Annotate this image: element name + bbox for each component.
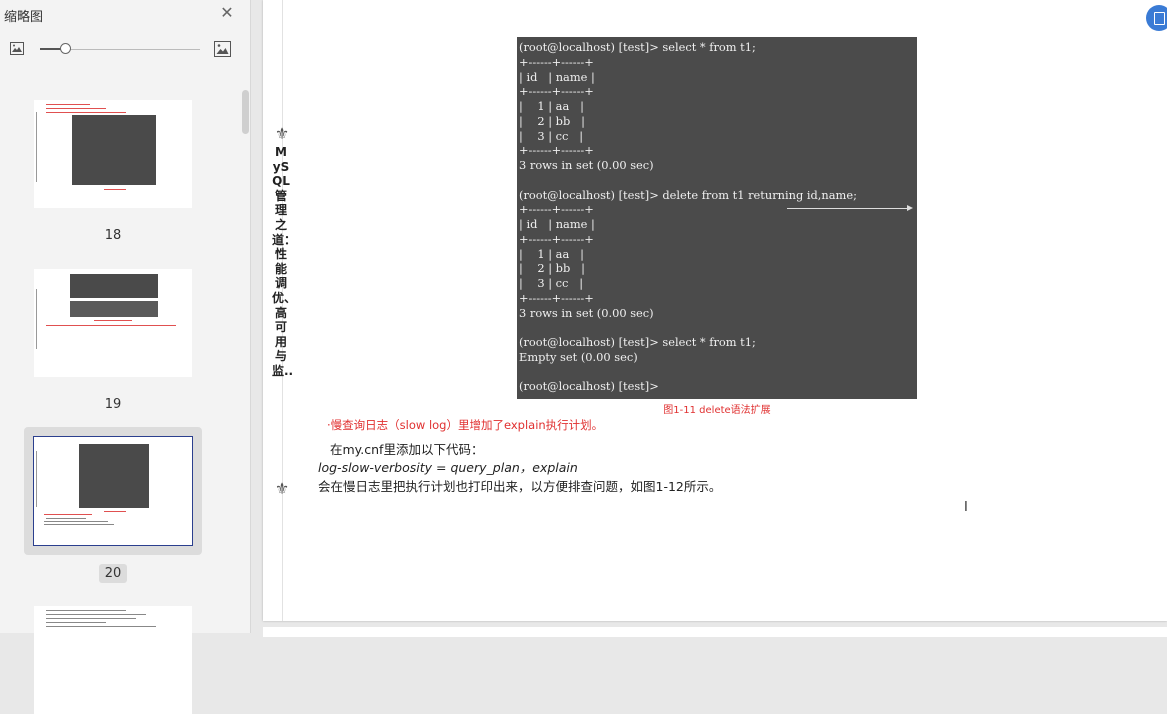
current-page-number: 20 — [98, 564, 128, 583]
image-small-icon[interactable] — [10, 42, 24, 55]
zoom-slider-handle[interactable] — [60, 43, 72, 54]
thumbnail-preview — [34, 606, 192, 714]
terminal-line: (root@localhost) [test]> delete from t1 … — [519, 187, 857, 202]
terminal-line: | 1 | aa | — [519, 246, 584, 261]
terminal-line: Empty set (0.00 sec) — [519, 349, 638, 364]
floating-action-button[interactable] — [1146, 5, 1167, 31]
figure-caption: 图1-11 delete语法扩展 — [663, 405, 771, 416]
terminal-line: +------+------+ — [519, 143, 594, 158]
ornament-top-icon: ⚜ — [274, 124, 290, 143]
terminal-line: | id | name | — [519, 217, 595, 231]
terminal-line: +------+------+ — [519, 54, 594, 69]
thumbnail-preview — [34, 269, 192, 377]
thumbnail-preview — [34, 100, 192, 208]
close-icon[interactable]: ✕ — [218, 4, 236, 22]
thumbnail-page-number: 20 — [24, 564, 202, 583]
thumbnail-page-20[interactable] — [24, 427, 202, 555]
terminal-line: (root@localhost) [test]> — [519, 379, 659, 394]
bullet-paragraph: ·慢查询日志（slow log）里增加了explain执行计划。 — [327, 418, 604, 432]
terminal-screenshot: (root@localhost) [test]> select * from t… — [517, 37, 917, 399]
terminal-line: | 1 | aa | — [519, 99, 584, 113]
paragraph: 会在慢日志里把执行计划也打印出来，以方便排查问题，如图1-12所示。 — [318, 479, 722, 494]
terminal-line: +------+------+ — [519, 231, 594, 246]
thumbnail-page-18[interactable] — [24, 90, 202, 217]
arrow-annotation — [787, 205, 913, 211]
terminal-line: | 3 | cc | — [519, 276, 584, 290]
thumbnail-page-number: 18 — [104, 228, 122, 243]
terminal-line: (root@localhost) [test]> select * from t… — [519, 335, 756, 349]
thumbnail-page-21[interactable] — [24, 596, 202, 714]
terminal-line: | 2 | bb | — [519, 113, 585, 128]
config-code-line: log-slow-verbosity = query_plan，explain — [318, 460, 578, 475]
paragraph: 在my.cnf里添加以下代码： — [330, 442, 484, 457]
vertical-book-title: MySQL管理之道：性能调优、高可用与监.. — [272, 145, 297, 378]
sidebar-scrollbar[interactable] — [242, 90, 249, 134]
next-document-page — [263, 627, 1167, 637]
terminal-line: 3 rows in set (0.00 sec) — [519, 158, 654, 172]
terminal-line: +------+------+ — [519, 202, 594, 217]
terminal-line: +------+------+ — [519, 290, 594, 305]
text-cursor-icon: I — [964, 500, 968, 515]
thumbnail-preview — [33, 436, 193, 546]
ornament-bottom-icon: ⚜ — [274, 479, 290, 498]
image-large-icon[interactable] — [214, 41, 231, 57]
terminal-output: (root@localhost) [test]> select * from t… — [519, 40, 917, 394]
sidebar-title: 缩略图 — [4, 10, 44, 25]
thumbnail-page-19[interactable] — [24, 259, 202, 386]
terminal-line: (root@localhost) [test]> select * from t… — [519, 40, 756, 54]
terminal-line: +------+------+ — [519, 84, 594, 99]
terminal-line: | id | name | — [519, 69, 595, 84]
thumbnail-sidebar: 缩略图 ✕ 18 19 20 — [0, 0, 251, 714]
terminal-line: 3 rows in set (0.00 sec) — [519, 305, 654, 320]
terminal-line: | 3 | cc | — [519, 128, 584, 143]
terminal-line: | 2 | bb | — [519, 261, 585, 276]
